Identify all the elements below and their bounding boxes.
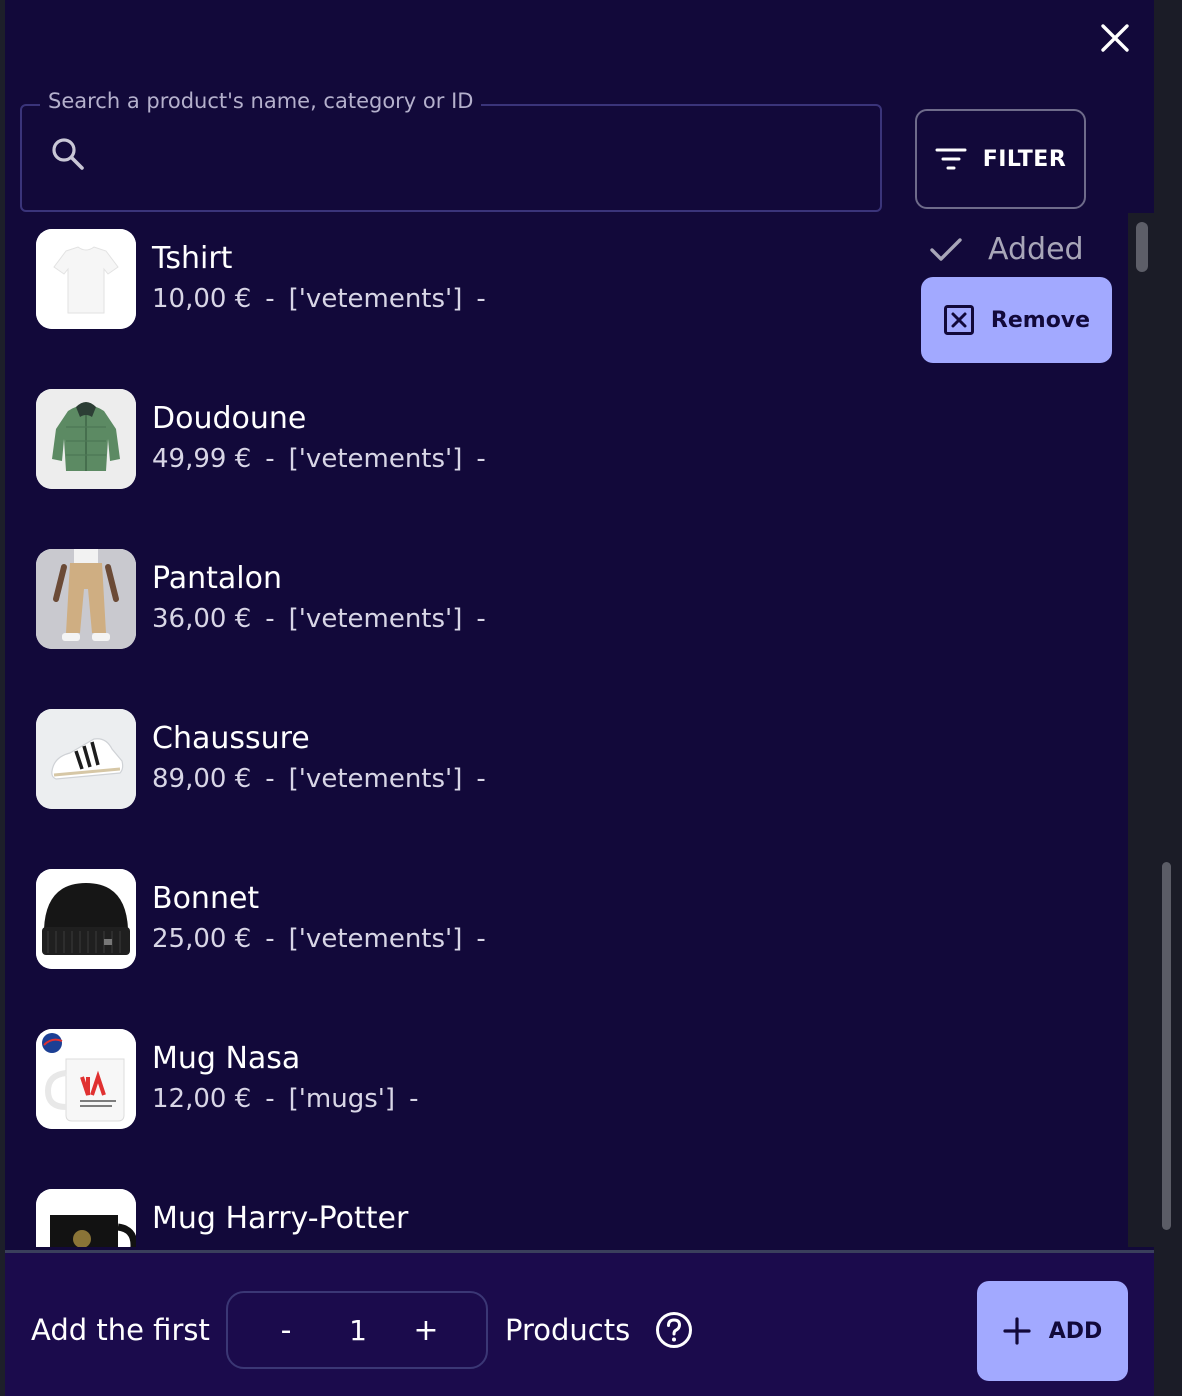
add-button[interactable]: ADD	[977, 1281, 1128, 1381]
product-row[interactable]: Doudoune 49,99 € - ['vetements'] -	[5, 373, 1125, 513]
decrement-button[interactable]: -	[266, 1311, 306, 1351]
search-label: Search a product's name, category or ID	[40, 86, 482, 116]
trailing-dash: -	[476, 924, 486, 954]
product-categories: ['vetements']	[288, 764, 463, 794]
list-scrollbar-track	[1128, 213, 1154, 1247]
product-meta: 49,99 € - ['vetements'] -	[152, 441, 500, 477]
product-price: 10,00 €	[152, 284, 252, 314]
product-thumbnail	[36, 389, 136, 489]
product-thumbnail	[36, 1189, 136, 1247]
product-categories: ['vetements']	[288, 924, 463, 954]
separator: -	[265, 444, 275, 474]
added-status: Added	[928, 232, 1084, 267]
product-categories: ['vetements']	[288, 284, 463, 314]
trailing-dash: -	[476, 764, 486, 794]
footer-suffix: Products	[505, 1313, 631, 1347]
add-label: ADD	[1048, 1318, 1103, 1344]
filter-icon	[935, 148, 967, 170]
close-box-icon	[943, 305, 974, 335]
product-thumbnail	[36, 709, 136, 809]
product-list[interactable]: Tshirt 10,00 € - ['vetements'] - Doudoune 4…	[5, 213, 1128, 1247]
product-row[interactable]: Mug Nasa 12,00 € - ['mugs'] -	[5, 1013, 1125, 1153]
close-icon	[1101, 24, 1129, 52]
product-meta: 12,00 € - ['mugs'] -	[152, 1081, 432, 1117]
footer-prefix: Add the first	[31, 1313, 210, 1347]
close-button[interactable]	[1097, 20, 1133, 56]
product-price: 36,00 €	[152, 604, 252, 634]
product-price: 49,99 €	[152, 444, 252, 474]
product-price: 89,00 €	[152, 764, 252, 794]
added-label: Added	[988, 232, 1084, 267]
product-name: Bonnet	[152, 881, 260, 916]
product-name: Mug Harry-Potter	[152, 1201, 409, 1236]
remove-label: Remove	[990, 307, 1091, 333]
product-name: Mug Nasa	[152, 1041, 301, 1076]
product-categories: ['vetements']	[288, 444, 463, 474]
trailing-dash: -	[476, 604, 486, 634]
separator: -	[265, 604, 275, 634]
product-meta: 10,00 € - ['vetements'] -	[152, 281, 500, 317]
product-name: Pantalon	[152, 561, 282, 596]
product-meta: 89,00 € - ['vetements'] -	[152, 761, 500, 797]
product-meta: 36,00 € - ['vetements'] -	[152, 601, 500, 637]
trailing-dash: -	[409, 1084, 419, 1114]
product-meta: 25,00 € - ['vetements'] -	[152, 921, 500, 957]
search-input[interactable]	[100, 128, 864, 186]
product-row[interactable]: Chaussure 89,00 € - ['vetements'] -	[5, 693, 1125, 833]
product-row[interactable]: Pantalon 36,00 € - ['vetements'] -	[5, 533, 1125, 673]
product-categories: ['vetements']	[288, 604, 463, 634]
add-products-footer: Add the first - 1 + Products ADD	[5, 1250, 1154, 1396]
product-thumbnail	[36, 1029, 136, 1129]
product-categories: ['mugs']	[288, 1084, 396, 1114]
remove-button[interactable]: Remove	[921, 277, 1112, 363]
help-circle-icon[interactable]	[655, 1311, 693, 1349]
product-price: 25,00 €	[152, 924, 252, 954]
list-scrollbar-thumb[interactable]	[1136, 222, 1148, 272]
product-row[interactable]: Mug Harry-Potter	[5, 1173, 1125, 1247]
product-name: Doudoune	[152, 401, 307, 436]
increment-button[interactable]: +	[406, 1311, 446, 1351]
separator: -	[265, 1084, 275, 1114]
search-icon	[52, 138, 84, 170]
product-thumbnail	[36, 869, 136, 969]
trailing-dash: -	[476, 284, 486, 314]
outer-scrollbar-thumb[interactable]	[1162, 862, 1171, 1230]
quantity-value[interactable]: 1	[338, 1311, 378, 1351]
product-name: Chaussure	[152, 721, 310, 756]
plus-icon	[1003, 1317, 1031, 1345]
trailing-dash: -	[476, 444, 486, 474]
filter-label: FILTER	[982, 146, 1067, 172]
check-icon	[930, 237, 962, 261]
separator: -	[265, 924, 275, 954]
product-price: 12,00 €	[152, 1084, 252, 1114]
product-row[interactable]: Bonnet 25,00 € - ['vetements'] -	[5, 853, 1125, 993]
product-thumbnail	[36, 229, 136, 329]
separator: -	[265, 284, 275, 314]
product-thumbnail	[36, 549, 136, 649]
quantity-stepper: - 1 +	[226, 1291, 488, 1369]
filter-button[interactable]: FILTER	[915, 109, 1086, 209]
product-name: Tshirt	[152, 241, 233, 276]
separator: -	[265, 764, 275, 794]
